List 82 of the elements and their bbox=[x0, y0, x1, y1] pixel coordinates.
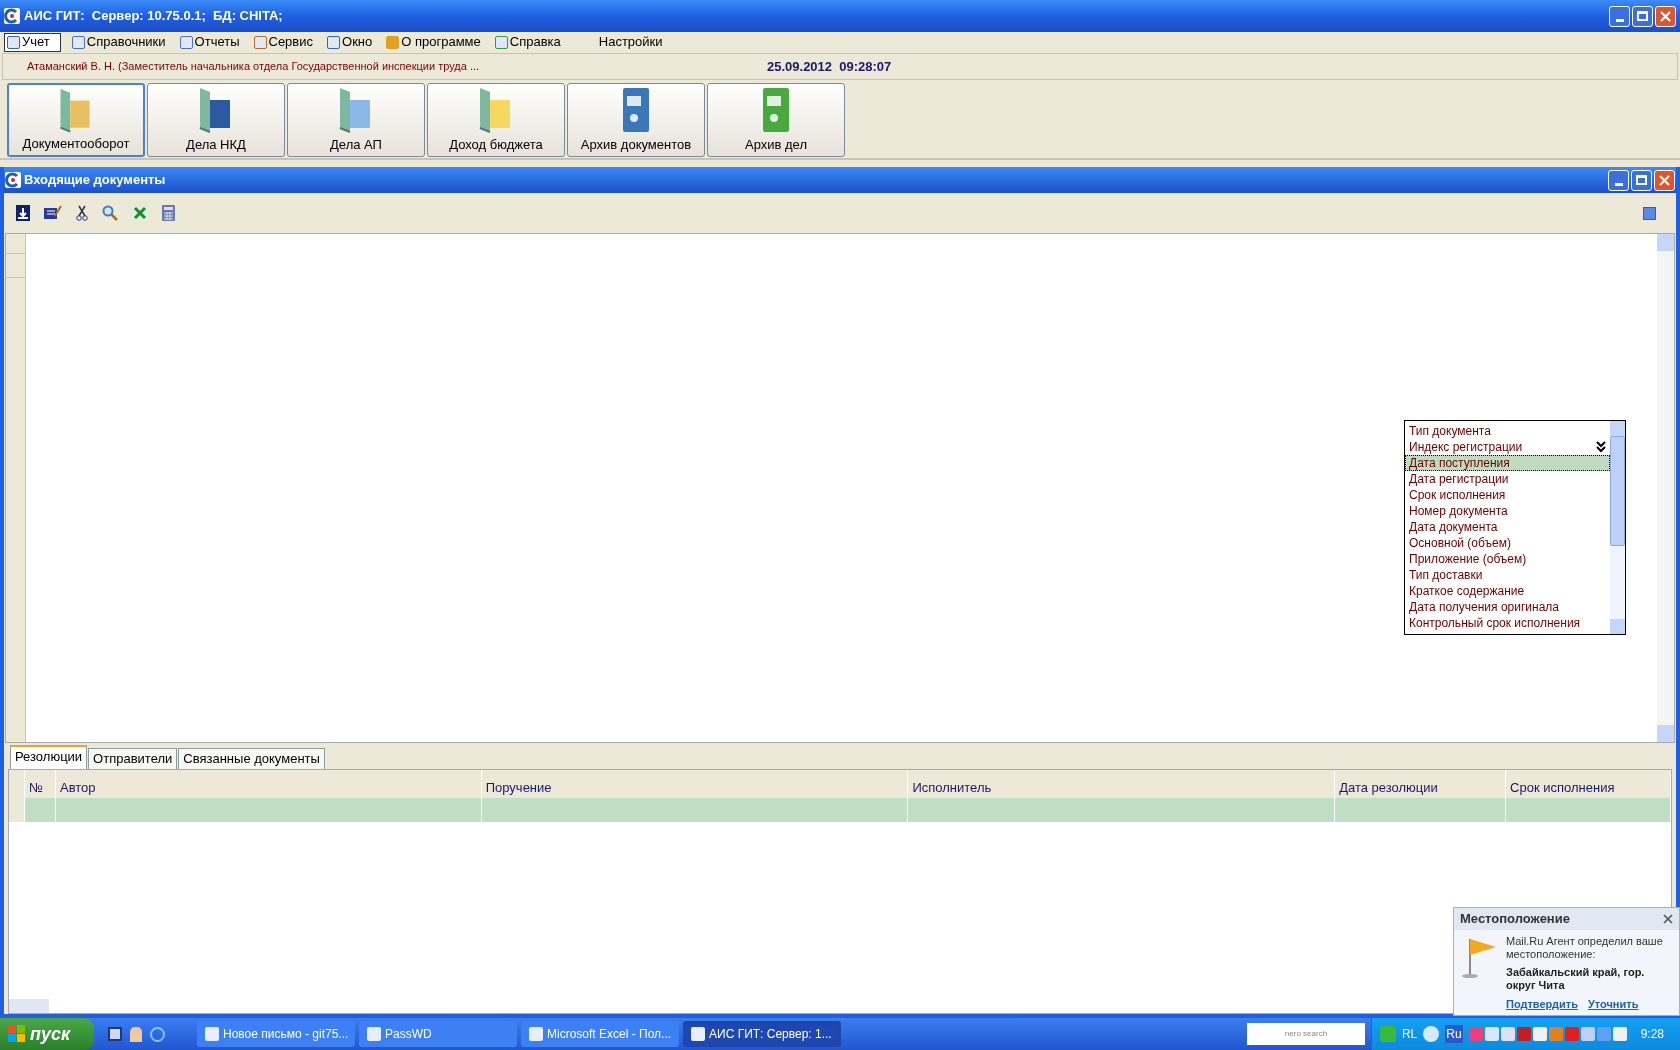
taskbar-button[interactable]: Microsoft Excel - Пол... bbox=[521, 1021, 679, 1047]
module-button[interactable]: Дела АП bbox=[287, 83, 425, 157]
tray-icon[interactable] bbox=[1484, 1027, 1499, 1041]
maximize-button[interactable] bbox=[1631, 169, 1652, 191]
module-button[interactable]: Документооборот bbox=[7, 83, 145, 157]
tray-icon[interactable] bbox=[1612, 1027, 1627, 1041]
field-list-item[interactable]: Приложение (объем) bbox=[1405, 551, 1610, 567]
app-icon bbox=[529, 1027, 543, 1041]
tray-icon[interactable] bbox=[1500, 1027, 1515, 1041]
field-list-item[interactable]: Тип документа bbox=[1405, 423, 1610, 439]
module-button[interactable]: Доход бюджета bbox=[427, 83, 565, 157]
taskbar-button[interactable]: PassWD bbox=[359, 1021, 517, 1047]
tray-icon[interactable] bbox=[1580, 1027, 1595, 1041]
excel-icon[interactable] bbox=[132, 205, 148, 221]
field-list-item[interactable]: Контрольный срок исполнения bbox=[1405, 615, 1610, 631]
field-list-item[interactable]: Основной (объем) bbox=[1405, 535, 1610, 551]
menu-item[interactable]: Справка bbox=[491, 32, 564, 52]
close-button[interactable] bbox=[1655, 5, 1676, 27]
field-list-item[interactable]: Срок исполнения bbox=[1405, 487, 1610, 503]
tab[interactable]: Отправители bbox=[88, 748, 178, 769]
minimize-button[interactable] bbox=[1609, 5, 1630, 27]
tab[interactable]: Связанные документы bbox=[178, 748, 325, 769]
user-info: Атаманский В. Н. (Заместитель начальника отдела Государственной инспекции труда ... bbox=[27, 59, 481, 75]
field-list-item[interactable]: Номер документа bbox=[1405, 503, 1610, 519]
field-list-item[interactable]: Дата документа bbox=[1405, 519, 1610, 535]
hand-icon[interactable] bbox=[130, 1026, 142, 1042]
maximize-button[interactable] bbox=[1632, 5, 1653, 27]
location-text: Забайкальский край, гор. округ Чита bbox=[1506, 966, 1646, 992]
menu-item[interactable]: Справочники bbox=[68, 32, 169, 52]
app-icon bbox=[691, 1027, 705, 1041]
field-list-item[interactable]: Дата регистрации bbox=[1405, 471, 1610, 487]
horizontal-scrollbar[interactable] bbox=[9, 999, 49, 1013]
start-button[interactable]: пуск bbox=[0, 1018, 94, 1050]
notification-title: Местоположение bbox=[1460, 910, 1571, 929]
windows-logo-icon bbox=[8, 1025, 26, 1043]
calculator-icon[interactable] bbox=[162, 205, 175, 221]
app-icon bbox=[205, 1027, 219, 1041]
double-chevron-icon[interactable] bbox=[1596, 441, 1606, 453]
language-badge[interactable]: Ru bbox=[1445, 1025, 1463, 1043]
field-list-item[interactable]: Индекс регистрации bbox=[1405, 439, 1610, 455]
menu-item[interactable]: О программе bbox=[383, 32, 484, 52]
search-box[interactable]: nero search bbox=[1246, 1023, 1365, 1045]
field-list-item[interactable]: Тип доставки bbox=[1405, 567, 1610, 583]
module-button[interactable]: Дела НКД bbox=[147, 83, 285, 157]
menu-item[interactable]: Сервис bbox=[250, 32, 317, 52]
close-button[interactable] bbox=[1654, 169, 1675, 191]
close-icon bbox=[1660, 10, 1671, 22]
field-list-item[interactable]: Дата поступления bbox=[1405, 455, 1610, 471]
tray-icon[interactable] bbox=[1516, 1027, 1531, 1041]
close-icon[interactable] bbox=[1663, 914, 1673, 924]
datetime: 25.09.2012 09:28:07 bbox=[767, 57, 892, 76]
edit-icon[interactable] bbox=[44, 205, 62, 221]
tray-icon[interactable] bbox=[1532, 1027, 1547, 1041]
tab[interactable]: Резолюции bbox=[10, 745, 88, 769]
app-logo-icon bbox=[5, 172, 21, 188]
menu-item[interactable]: Настройки bbox=[595, 32, 666, 52]
menu-item[interactable]: Окно bbox=[324, 32, 376, 52]
notification-link[interactable]: Подтвердить bbox=[1506, 998, 1578, 1011]
app-logo-icon bbox=[4, 8, 20, 24]
module-button[interactable]: Архив дел bbox=[707, 83, 845, 157]
module-button[interactable]: Архив документов bbox=[567, 83, 705, 157]
notification-message: Mail.Ru Агент определил ваше местоположение: bbox=[1506, 935, 1664, 961]
cut-icon[interactable] bbox=[76, 205, 88, 221]
panel-toggle-icon[interactable] bbox=[1643, 206, 1656, 220]
close-icon bbox=[1659, 174, 1670, 186]
field-list-item[interactable]: Дата получения оригинала bbox=[1405, 599, 1610, 615]
taskbar-button[interactable]: АИС ГИТ: Сервер: 1... bbox=[683, 1021, 841, 1047]
field-list-item[interactable]: Краткое содержание bbox=[1405, 583, 1610, 599]
scrollbar[interactable] bbox=[1657, 234, 1674, 742]
tray-icon[interactable] bbox=[1564, 1027, 1579, 1041]
list-scrollbar[interactable] bbox=[1610, 421, 1625, 634]
minimize-button[interactable] bbox=[1608, 169, 1629, 191]
clock: 9:28 bbox=[1640, 1026, 1664, 1043]
notification-link[interactable]: Уточнить bbox=[1587, 998, 1639, 1011]
app-icon bbox=[367, 1027, 381, 1041]
search-icon[interactable] bbox=[102, 205, 118, 221]
child-window-title: Входящие документы bbox=[24, 171, 167, 190]
import-icon[interactable] bbox=[16, 205, 30, 221]
menu-item[interactable]: Отчеты bbox=[176, 32, 243, 52]
menu-item[interactable]: Учет bbox=[4, 32, 61, 52]
window-title: АИС ГИТ: Сервер: 10.75.0.1; БД: CHITA; bbox=[24, 7, 284, 26]
taskbar-button[interactable]: Новое письмо - git75... bbox=[197, 1021, 355, 1047]
